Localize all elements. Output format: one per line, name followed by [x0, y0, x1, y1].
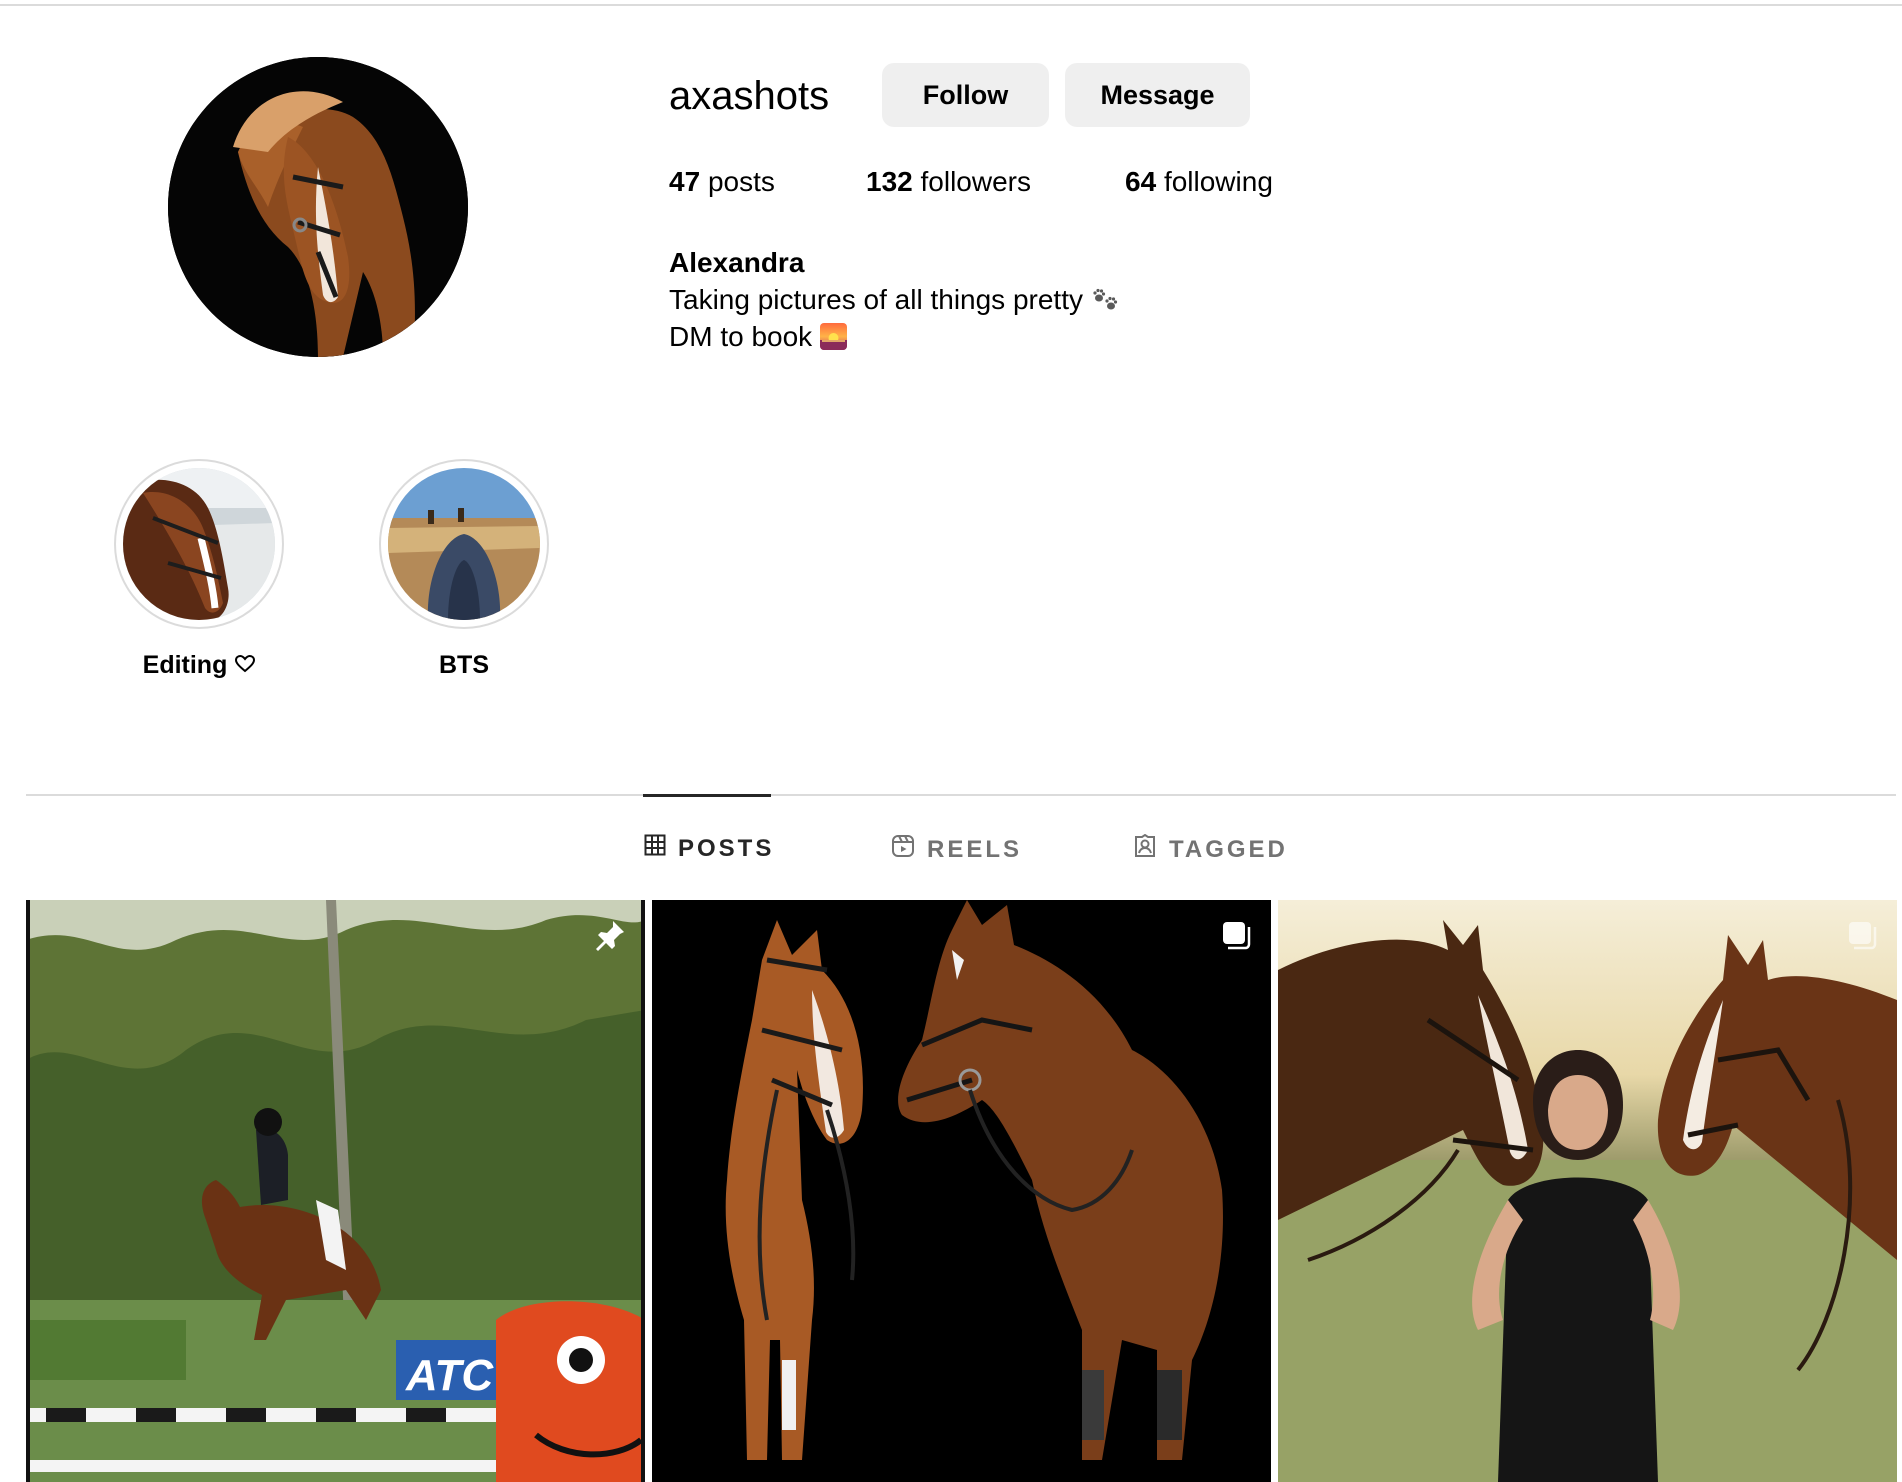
highlight-editing[interactable]: Editing [114, 459, 284, 680]
stat-following[interactable]: 64 following [1125, 166, 1273, 198]
sunset-icon [819, 323, 847, 350]
bio-line-2: DM to book [669, 318, 1121, 355]
post-tile[interactable] [1278, 900, 1897, 1482]
grid-icon [644, 834, 666, 863]
reels-icon [891, 834, 915, 865]
following-label: following [1163, 166, 1273, 197]
message-button[interactable]: Message [1065, 63, 1250, 127]
post-tile[interactable]: ATC [26, 900, 645, 1482]
highlight-bts[interactable]: BTS [379, 459, 549, 680]
profile-bio: Alexandra Taking pictures of all things … [669, 244, 1121, 355]
top-divider [0, 4, 1902, 6]
followers-label: followers [920, 166, 1031, 197]
horse-avatar-image [168, 57, 468, 357]
tab-posts[interactable]: POSTS [644, 834, 774, 863]
svg-text:ATC: ATC [405, 1351, 494, 1400]
profile-page: axashots Follow Message 47 posts 132 fol… [0, 0, 1902, 1482]
active-tab-indicator [643, 794, 771, 797]
post-image-two-horses [652, 900, 1271, 1482]
bio-line-2-text: DM to book [669, 321, 813, 352]
highlight-ring [114, 459, 284, 629]
follow-button[interactable]: Follow [882, 63, 1049, 127]
pin-icon [593, 918, 627, 952]
post-image-show-jump: ATC [26, 900, 645, 1482]
stat-followers[interactable]: 132 followers [866, 166, 1031, 198]
following-count: 64 [1125, 166, 1157, 197]
tagged-icon [1133, 833, 1157, 865]
bio-line-1: Taking pictures of all things pretty [669, 281, 1121, 318]
post-image-woman-with-horses [1278, 900, 1897, 1482]
highlight-editing-text: Editing [142, 651, 228, 679]
bio-line-1-text: Taking pictures of all things pretty [669, 284, 1083, 315]
posts-count: 47 [669, 166, 701, 197]
posts-label: posts [707, 166, 775, 197]
stat-posts: 47 posts [669, 166, 775, 198]
carousel-icon [1845, 918, 1879, 952]
highlight-bts-image [388, 468, 540, 620]
tab-reels-label: REELS [927, 835, 1023, 863]
tab-tagged-label: TAGGED [1169, 835, 1288, 863]
post-tile[interactable] [652, 900, 1271, 1482]
highlight-editing-label: Editing [114, 651, 284, 680]
highlight-editing-image [123, 468, 275, 620]
tab-divider [26, 794, 1896, 796]
profile-username: axashots [669, 74, 830, 118]
highlight-bts-text: BTS [439, 651, 489, 679]
bio-name: Alexandra [669, 247, 805, 278]
followers-count: 132 [866, 166, 913, 197]
profile-avatar[interactable] [168, 57, 468, 357]
highlight-ring [379, 459, 549, 629]
carousel-icon [1219, 918, 1253, 952]
tab-reels[interactable]: REELS [891, 834, 1022, 865]
tab-tagged[interactable]: TAGGED [1133, 833, 1288, 865]
highlight-bts-label: BTS [379, 651, 549, 680]
tab-posts-label: POSTS [678, 834, 775, 862]
paw-prints-icon [1091, 285, 1121, 313]
heart-outline-icon [235, 651, 256, 680]
